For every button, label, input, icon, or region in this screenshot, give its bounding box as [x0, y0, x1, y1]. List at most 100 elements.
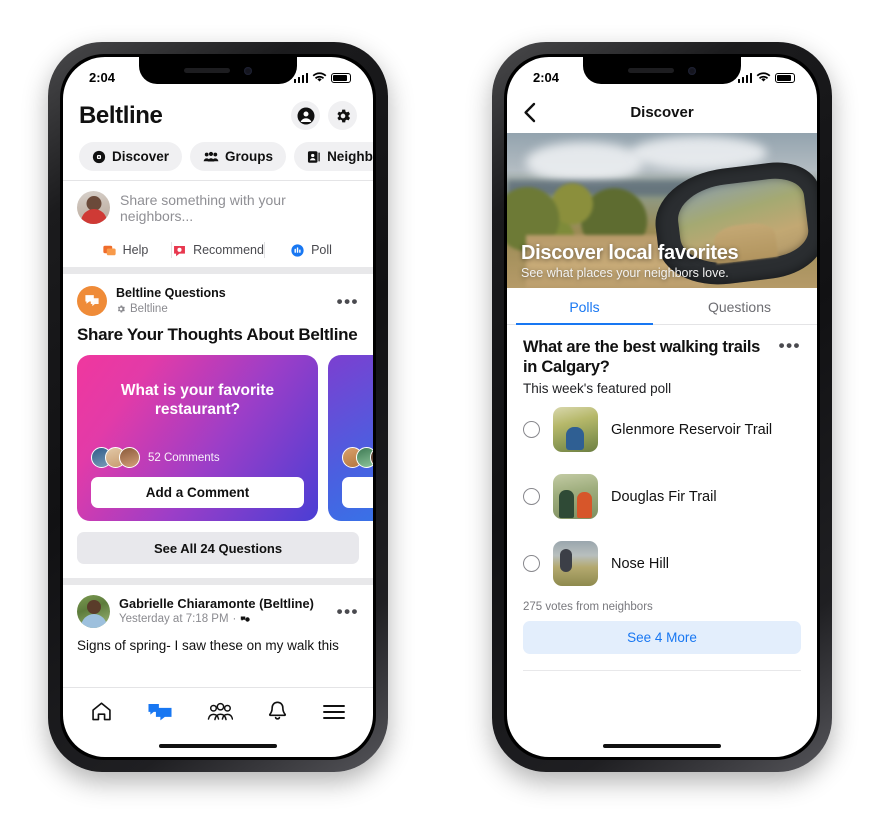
feed-post: Gabrielle Chiaramonte (Beltline) Yesterd… [63, 585, 373, 655]
source-sub-label: Beltline [130, 302, 168, 315]
wifi-icon [312, 71, 327, 82]
composer-action-label: Help [122, 243, 149, 257]
hero-banner[interactable]: Discover local favorites See what places… [507, 133, 817, 288]
neighbors-privacy-icon [241, 616, 251, 622]
see-all-questions-button[interactable]: See All 24 Questions [77, 532, 359, 564]
poll-option[interactable]: Nose Hill [523, 530, 801, 597]
discover-icon [92, 150, 106, 163]
radio-button[interactable] [523, 555, 540, 573]
groups-nav-icon[interactable] [207, 701, 233, 722]
avatar [119, 447, 140, 468]
add-comment-button[interactable] [342, 477, 373, 508]
notch [583, 57, 741, 84]
question-card-footer [342, 447, 373, 508]
hero-headline: Discover local favorites [521, 242, 739, 264]
comment-count: 52 Comments [148, 451, 220, 464]
composer-placeholder: Share something with your neighbors... [120, 191, 286, 224]
tab-questions[interactable]: Questions [662, 288, 817, 324]
composer-poll-button[interactable]: Poll [265, 243, 357, 258]
status-indicators [293, 71, 351, 83]
radio-button[interactable] [523, 488, 540, 506]
more-options-icon[interactable]: ••• [337, 603, 359, 620]
post-body: Signs of spring- I saw these on my walk … [77, 638, 339, 653]
neighbors-icon [308, 150, 320, 163]
nav-header: Discover [507, 91, 817, 133]
more-options-icon[interactable]: ••• [779, 337, 801, 354]
left-phone-frame: 2:04 Beltline Discover Groups Neighb Sha… [48, 42, 388, 772]
chat-bubbles-icon[interactable] [147, 701, 173, 723]
poll-option-thumbnail [553, 407, 598, 453]
left-phone-bezel: 2:04 Beltline Discover Groups Neighb Sha… [60, 54, 376, 760]
question-card[interactable]: Whe [328, 355, 373, 521]
content-tabs: Polls Questions [507, 288, 817, 325]
see-more-button[interactable]: See 4 More [523, 621, 801, 655]
question-text: Whe [342, 381, 373, 400]
questions-card-title: Share Your Thoughts About Beltline [77, 325, 358, 344]
gear-icon[interactable] [328, 101, 357, 130]
chip-groups[interactable]: Groups [190, 142, 287, 171]
composer-recommend-button[interactable]: Recommend [172, 243, 264, 258]
status-indicators [737, 71, 795, 83]
battery-icon [775, 72, 795, 83]
back-chevron-icon[interactable] [523, 102, 536, 123]
poll-title-row: What are the best walking trails in Calg… [523, 337, 801, 377]
section-separator [63, 578, 373, 585]
earpiece-speaker [628, 68, 674, 73]
more-options-icon[interactable]: ••• [337, 293, 359, 310]
chip-discover[interactable]: Discover [79, 142, 183, 171]
divider [523, 670, 801, 672]
battery-icon [331, 72, 351, 83]
chip-label: Discover [112, 149, 170, 164]
question-card[interactable]: What is your favorite restaurant? 52 Com… [77, 355, 318, 521]
home-icon[interactable] [90, 700, 113, 723]
post-meta: Gabrielle Chiaramonte (Beltline) Yesterd… [119, 596, 328, 628]
tab-polls[interactable]: Polls [507, 288, 662, 325]
avatar-stack [91, 447, 140, 468]
composer-action-label: Recommend [193, 243, 264, 257]
cellular-bars-icon [293, 72, 308, 83]
chip-label: Groups [225, 149, 274, 164]
recommend-icon [174, 245, 186, 256]
poll-subtitle: This week's featured poll [523, 381, 672, 397]
poll-option[interactable]: Douglas Fir Trail [523, 463, 801, 530]
poll-option[interactable]: Glenmore Reservoir Trail [523, 396, 801, 463]
poll-icon [291, 243, 304, 257]
comment-summary [342, 447, 373, 468]
earpiece-speaker [184, 68, 230, 73]
post-author: Gabrielle Chiaramonte (Beltline) [119, 595, 314, 611]
questions-card-header: Beltline Questions Beltline ••• [63, 284, 373, 316]
help-icon [103, 245, 116, 255]
gear-small-icon [117, 305, 125, 313]
add-comment-button[interactable]: Add a Comment [91, 477, 304, 508]
questions-card-meta: Beltline Questions Beltline [116, 286, 328, 316]
right-phone-bezel: 2:04 Discover Discover local favorites S… [504, 54, 820, 760]
post-timestamp: Yesterday at 7:18 PM · [119, 612, 328, 627]
dual-phone-mockup: 2:04 Beltline Discover Groups Neighb Sha… [0, 0, 890, 816]
composer-input-row[interactable]: Share something with your neighbors... [77, 191, 359, 224]
bell-icon[interactable] [267, 700, 288, 723]
poll-option-thumbnail [553, 474, 598, 520]
radio-button[interactable] [523, 421, 540, 439]
app-header: Beltline [63, 91, 373, 136]
front-camera-icon [688, 66, 696, 75]
poll-title: What are the best walking trails in Calg… [523, 338, 761, 377]
account-circle-icon[interactable] [291, 101, 320, 130]
poll-option-label: Nose Hill [611, 555, 670, 572]
beltline-questions-logo [77, 286, 107, 316]
chip-neighbors[interactable]: Neighbors [294, 142, 373, 171]
header-actions [291, 101, 357, 130]
post-header: Gabrielle Chiaramonte (Beltline) Yesterd… [77, 595, 359, 628]
poll-option-label: Glenmore Reservoir Trail [611, 421, 773, 438]
page-title: Beltline [79, 101, 163, 129]
right-phone-frame: 2:04 Discover Discover local favorites S… [492, 42, 832, 772]
questions-carousel[interactable]: What is your favorite restaurant? 52 Com… [63, 345, 373, 525]
poll-option-label: Douglas Fir Trail [611, 488, 717, 505]
front-camera-icon [244, 66, 252, 75]
right-phone-screen: 2:04 Discover Discover local favorites S… [507, 57, 817, 757]
notch [139, 57, 297, 84]
groups-icon [203, 151, 219, 162]
hamburger-menu-icon[interactable] [322, 703, 346, 721]
comment-summary: 52 Comments [91, 447, 304, 468]
composer-help-button[interactable]: Help [79, 243, 171, 258]
wifi-icon [756, 71, 771, 82]
